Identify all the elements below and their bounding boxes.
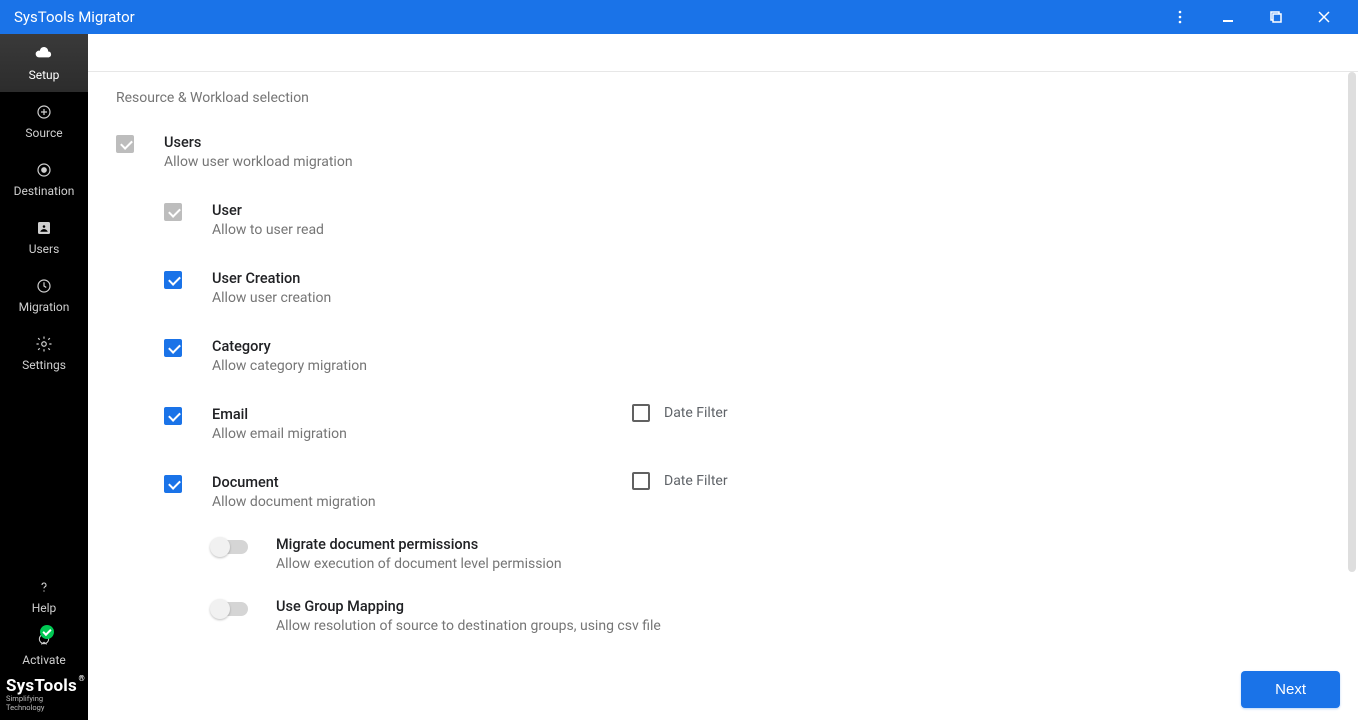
sidebar-item-label: Setup xyxy=(29,68,60,82)
more-button[interactable] xyxy=(1156,0,1204,34)
user-checkbox xyxy=(164,203,182,221)
workload-title: Users xyxy=(164,134,1338,151)
workload-sub: Allow user workload migration xyxy=(164,154,1338,170)
minimize-button[interactable] xyxy=(1204,0,1252,34)
workload-row-category: Category Allow category migration xyxy=(164,338,1338,374)
brand-name: SysTools xyxy=(6,676,77,696)
workload-row-email: Email Allow email migration Date Filter xyxy=(164,406,1338,442)
titlebar: SysTools Migrator xyxy=(0,0,1358,34)
close-button[interactable] xyxy=(1300,0,1348,34)
sidebar-item-label: Migration xyxy=(19,300,70,314)
sidebar-item-label: Activate xyxy=(22,653,66,667)
brand-logo: SysTools® Simplifying Technology xyxy=(0,675,88,718)
workload-row-user-creation: User Creation Allow user creation xyxy=(164,270,1338,306)
users-checkbox xyxy=(116,135,134,153)
section-title: Resource & Workload selection xyxy=(116,90,1338,106)
document-date-filter-checkbox[interactable] xyxy=(632,472,650,490)
workload-title: User Creation xyxy=(212,270,1338,287)
email-date-filter-checkbox[interactable] xyxy=(632,404,650,422)
cloud-icon xyxy=(34,44,54,64)
destination-icon xyxy=(34,160,54,180)
email-date-filter-label: Date Filter xyxy=(664,405,728,421)
sidebar-item-settings[interactable]: Settings xyxy=(0,324,88,382)
sidebar-item-setup[interactable]: Setup xyxy=(0,34,88,92)
workload-sub: Allow email migration xyxy=(212,426,492,442)
sidebar-item-label: Help xyxy=(32,601,57,615)
user-creation-checkbox[interactable] xyxy=(164,271,182,289)
workload-title: Document xyxy=(212,474,492,491)
workload-sub: Allow user creation xyxy=(212,290,1338,306)
workload-sub: Allow resolution of source to destinatio… xyxy=(276,618,1338,634)
gear-icon xyxy=(34,334,54,354)
workload-row-document: Document Allow document migration Date F… xyxy=(164,474,1338,510)
workload-row-users: Users Allow user workload migration xyxy=(116,134,1338,170)
sidebar-item-activate[interactable]: Activate xyxy=(22,623,66,673)
sidebar: Setup Source Destination Users Migration xyxy=(0,34,88,720)
document-checkbox[interactable] xyxy=(164,475,182,493)
sidebar-item-migration[interactable]: Migration xyxy=(0,266,88,324)
brand-tagline: Simplifying Technology xyxy=(6,694,82,712)
doc-perms-toggle[interactable] xyxy=(212,540,248,554)
users-icon xyxy=(34,218,54,238)
brand-reg: ® xyxy=(79,675,86,683)
sidebar-item-label: Settings xyxy=(22,358,66,372)
group-mapping-toggle[interactable] xyxy=(212,602,248,616)
window-controls xyxy=(1156,0,1348,34)
next-button[interactable]: Next xyxy=(1241,671,1340,708)
maximize-button[interactable] xyxy=(1252,0,1300,34)
content-area: Resource & Workload selection Users Allo… xyxy=(88,34,1358,720)
sidebar-item-label: Users xyxy=(29,242,60,256)
sidebar-item-users[interactable]: Users xyxy=(0,208,88,266)
email-checkbox[interactable] xyxy=(164,407,182,425)
workload-title: Use Group Mapping xyxy=(276,598,1338,615)
workload-title: Category xyxy=(212,338,1338,355)
sidebar-item-label: Source xyxy=(25,126,62,140)
sidebar-item-destination[interactable]: Destination xyxy=(0,150,88,208)
sidebar-item-source[interactable]: Source xyxy=(0,92,88,150)
document-date-filter-label: Date Filter xyxy=(664,473,728,489)
workload-title: Migrate document permissions xyxy=(276,536,1338,553)
help-icon xyxy=(34,577,54,597)
sidebar-item-label: Destination xyxy=(14,184,75,198)
workload-row-group-mapping: Use Group Mapping Allow resolution of so… xyxy=(212,598,1338,634)
workload-row-doc-perms: Migrate document permissions Allow execu… xyxy=(212,536,1338,572)
workload-row-user: User Allow to user read xyxy=(164,202,1338,238)
workload-title: User xyxy=(212,202,1338,219)
workload-sub: Allow document migration xyxy=(212,494,492,510)
workload-title: Email xyxy=(212,406,492,423)
app-title: SysTools Migrator xyxy=(14,8,1156,26)
source-icon xyxy=(34,102,54,122)
category-checkbox[interactable] xyxy=(164,339,182,357)
top-strip xyxy=(88,34,1358,72)
migration-icon xyxy=(34,276,54,296)
sidebar-item-help[interactable]: Help xyxy=(32,571,57,621)
workload-sub: Allow category migration xyxy=(212,358,1338,374)
workload-sub: Allow to user read xyxy=(212,222,1338,238)
workload-sub: Allow execution of document level permis… xyxy=(276,556,1338,572)
